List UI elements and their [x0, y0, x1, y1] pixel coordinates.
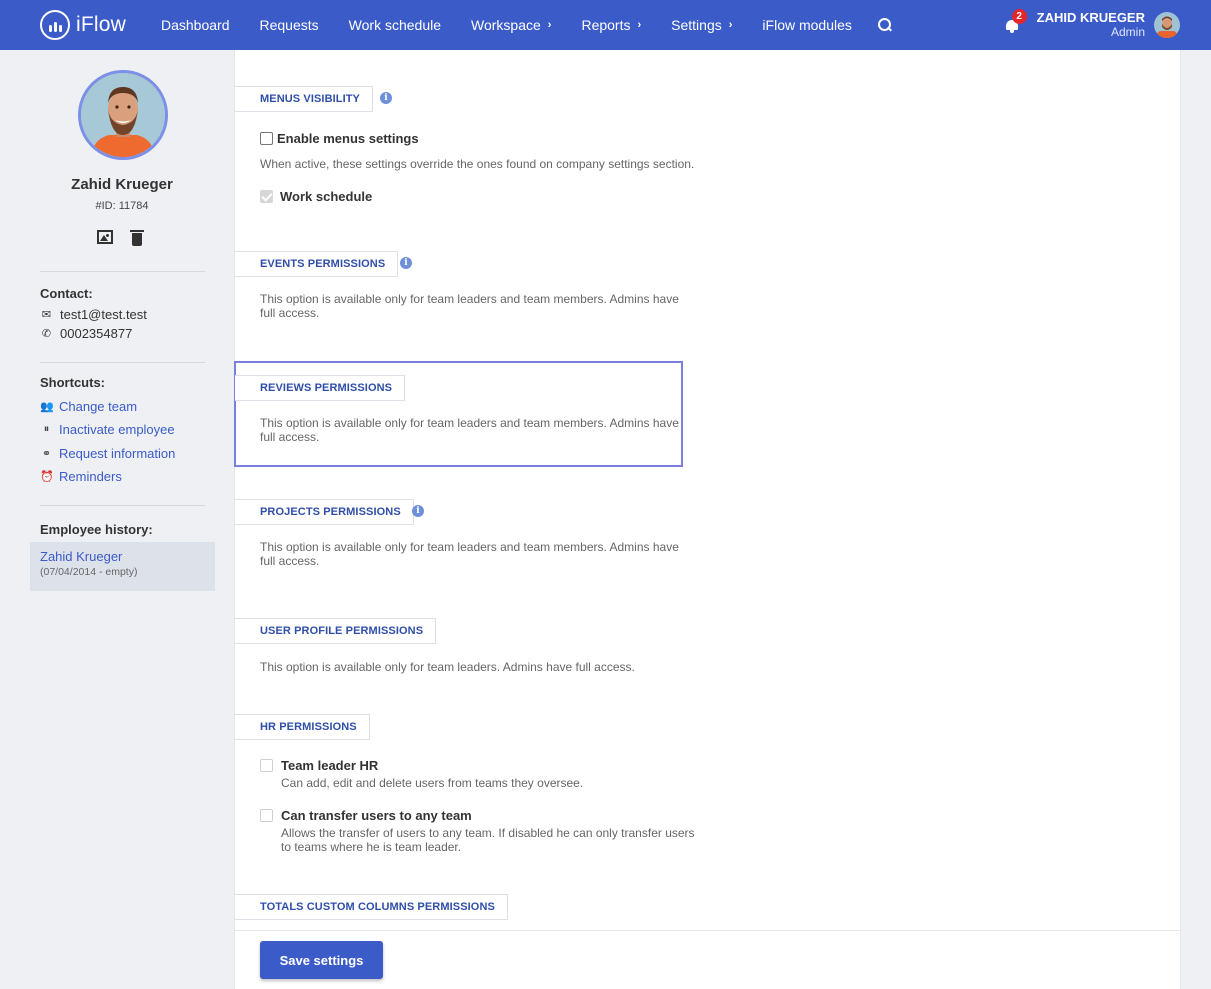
reviews-permissions-tab: REVIEWS PERMISSIONS [235, 375, 406, 401]
contact-heading: Contact: [40, 286, 93, 301]
history-name[interactable]: Zahid Krueger [40, 549, 205, 564]
nav-dashboard[interactable]: Dashboard [161, 17, 230, 33]
shortcut-reminders[interactable]: ⏰ Reminders [40, 469, 122, 484]
search-icon[interactable] [877, 18, 892, 32]
phone-icon: ✆ [41, 328, 52, 340]
notification-count-badge: 2 [1011, 9, 1027, 24]
work-schedule-label: Work schedule [280, 189, 373, 204]
enable-menus-label: Enable menus settings [277, 131, 419, 146]
nav-requests[interactable]: Requests [260, 17, 319, 33]
nav-work-schedule[interactable]: Work schedule [349, 17, 441, 33]
team-leader-hr-desc: Can add, edit and delete users from team… [281, 776, 584, 790]
enable-menus-checkbox[interactable] [260, 132, 273, 145]
footer-divider [235, 930, 1180, 931]
history-item[interactable]: Zahid Krueger (07/04/2014 - empty) [30, 542, 215, 591]
events-desc: This option is available only for team l… [260, 292, 679, 320]
transfer-users-checkbox[interactable] [260, 809, 273, 822]
work-schedule-checkbox-row: Work schedule [260, 189, 372, 204]
events-permissions-tab: EVENTS PERMISSIONS [235, 251, 399, 277]
nav-reports[interactable]: Reports › [581, 17, 641, 33]
team-leader-hr-checkbox[interactable] [260, 759, 273, 772]
profile-id: #ID: 11784 [95, 200, 149, 212]
chevron-right-icon: › [637, 19, 642, 31]
user-profile-desc: This option is available only for team l… [260, 660, 635, 674]
shortcuts-heading: Shortcuts: [40, 375, 105, 390]
change-photo-icon[interactable] [97, 230, 113, 244]
chevron-right-icon: › [728, 19, 733, 31]
notifications-bell-icon[interactable]: 2 [1004, 9, 1027, 33]
reviews-desc: This option is available only for team l… [260, 416, 679, 444]
nav-iflow-modules[interactable]: iFlow modules [762, 17, 851, 33]
enable-menus-desc: When active, these settings override the… [260, 157, 695, 171]
user-role: Admin [1110, 25, 1145, 39]
profile-name: Zahid Krueger [71, 176, 173, 193]
user-profile-permissions-tab: USER PROFILE PERMISSIONS [235, 618, 437, 644]
nav-reports-label: Reports [581, 17, 631, 33]
shortcut-request-information[interactable]: ⚭ Request information [40, 446, 175, 461]
hr-permissions-tab: HR PERMISSIONS [235, 714, 370, 740]
transfer-users-label: Can transfer users to any team [281, 808, 472, 823]
pause-icon: ⏸ [43, 423, 50, 435]
projects-permissions-tab: PROJECTS PERMISSIONS [235, 499, 414, 525]
shortcut-label: Request information [59, 446, 176, 461]
shortcut-inactivate-employee[interactable]: ⏸ Inactivate employee [40, 422, 175, 437]
main-menu: Dashboard Requests Work schedule Workspa… [161, 0, 892, 50]
nav-workspace[interactable]: Workspace › [471, 17, 551, 33]
sidebar-divider [40, 362, 205, 363]
settings-panel: MENUS VISIBILITY i Enable menus settings… [234, 50, 1181, 989]
shortcut-label: Change team [59, 399, 138, 414]
menus-visibility-tab: MENUS VISIBILITY [235, 86, 373, 112]
shortcut-label: Inactivate employee [59, 422, 175, 437]
shortcut-label: Reminders [59, 469, 122, 484]
work-schedule-checkbox[interactable] [260, 190, 273, 203]
profile-avatar[interactable] [78, 70, 168, 160]
sidebar-divider [40, 505, 205, 506]
enable-menus-checkbox-row: Enable menus settings [260, 131, 419, 146]
nav-iflow-modules-label: iFlow modules [762, 17, 852, 33]
link-icon: ⚭ [41, 448, 52, 460]
users-icon: 👥 [40, 401, 54, 413]
shortcut-change-team[interactable]: 👥 Change team [40, 399, 137, 414]
nav-workspace-label: Workspace [471, 17, 541, 33]
totals-custom-columns-tab: TOTALS CUSTOM COLUMNS PERMISSIONS [235, 894, 508, 920]
user-avatar[interactable] [1154, 12, 1180, 38]
info-icon[interactable]: i [412, 505, 424, 517]
envelope-icon: ✉ [41, 309, 52, 321]
nav-settings[interactable]: Settings › [671, 17, 732, 33]
info-icon[interactable]: i [380, 92, 392, 104]
nav-dashboard-label: Dashboard [161, 17, 230, 33]
profile-sidebar: Zahid Krueger #ID: 11784 Contact: ✉ test… [0, 50, 234, 989]
transfer-users-desc: Allows the transfer of users to any team… [281, 826, 695, 854]
user-name: ZAHID KRUEGER [1036, 10, 1145, 25]
team-leader-hr-label: Team leader HR [281, 758, 379, 773]
save-settings-button[interactable]: Save settings [260, 941, 383, 979]
email-value: test1@test.test [60, 307, 147, 322]
phone-value: 0002354877 [60, 326, 133, 341]
brand-name: iFlow [76, 13, 127, 36]
profile-actions [97, 230, 144, 246]
employee-history-heading: Employee history: [40, 522, 153, 537]
contact-email: ✉ test1@test.test [40, 307, 147, 322]
brand-logo[interactable]: iFlow [40, 10, 161, 40]
contact-phone: ✆ 0002354877 [40, 326, 132, 341]
delete-trash-icon[interactable] [130, 230, 144, 246]
info-icon[interactable]: i [400, 257, 412, 269]
chevron-right-icon: › [547, 19, 552, 31]
team-leader-hr-row: Team leader HR [260, 758, 378, 773]
iflow-logo-icon [40, 10, 70, 40]
transfer-users-row: Can transfer users to any team [260, 808, 472, 823]
projects-desc: This option is available only for team l… [260, 540, 679, 568]
nav-settings-label: Settings [671, 17, 722, 33]
nav-work-schedule-label: Work schedule [348, 17, 441, 33]
top-navbar: iFlow Dashboard Requests Work schedule W… [0, 0, 1211, 50]
user-menu[interactable]: ZAHID KRUEGER Admin [1036, 10, 1145, 40]
alarm-clock-icon: ⏰ [40, 471, 54, 483]
nav-requests-label: Requests [259, 17, 319, 33]
sidebar-divider [40, 271, 205, 272]
history-dates: (07/04/2014 - empty) [40, 566, 138, 578]
